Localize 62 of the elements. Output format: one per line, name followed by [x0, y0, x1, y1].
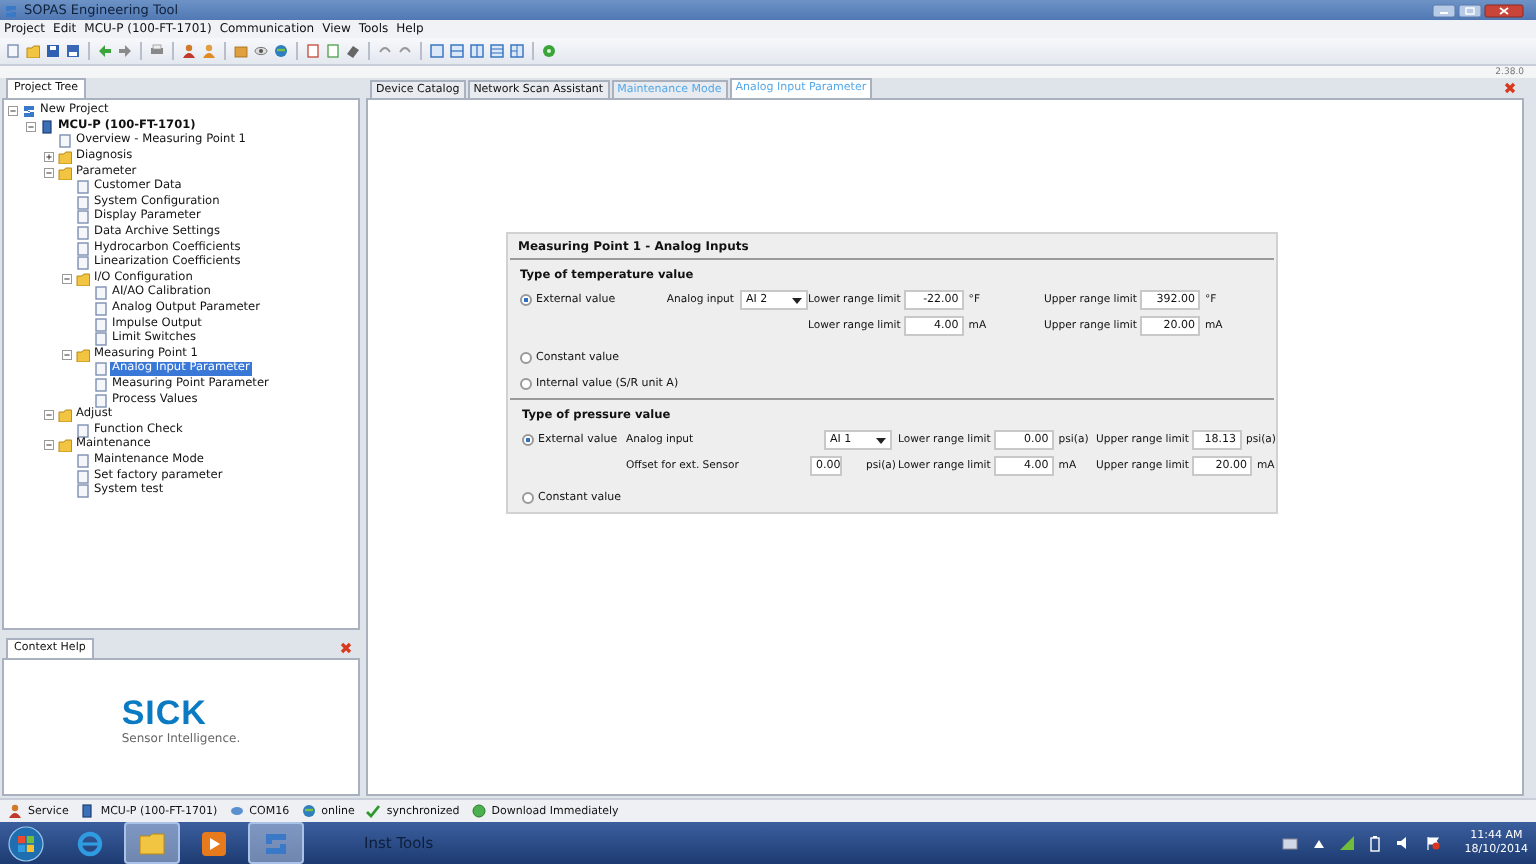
device-icon — [80, 804, 95, 818]
undo-icon[interactable] — [378, 44, 392, 58]
redo-icon[interactable] — [398, 44, 412, 58]
connector-icon — [229, 804, 244, 818]
printer-icon[interactable] — [150, 44, 164, 58]
radio-indicator[interactable] — [522, 492, 534, 504]
collapse-icon[interactable] — [8, 106, 18, 117]
arrow-left-icon[interactable] — [98, 44, 112, 58]
window-layout-icon[interactable] — [430, 44, 444, 58]
caret-icon[interactable] — [1314, 839, 1325, 847]
minimize-icon[interactable] — [1432, 3, 1456, 17]
user-icon[interactable] — [182, 44, 196, 58]
collapse-icon[interactable] — [44, 440, 54, 451]
project-icon — [22, 104, 36, 119]
close-icon[interactable] — [1504, 82, 1516, 94]
close-icon[interactable] — [340, 642, 352, 654]
window-layout-icon[interactable] — [450, 44, 464, 58]
window-layout-icon[interactable] — [510, 44, 524, 58]
circle-icon — [471, 804, 486, 818]
folder-icon — [76, 347, 90, 362]
caret-icon — [792, 297, 802, 303]
eye-icon[interactable] — [254, 44, 268, 58]
radio-indicator[interactable] — [522, 434, 534, 446]
user-icon[interactable] — [202, 44, 216, 58]
folder-icon — [138, 829, 166, 857]
radio-indicator[interactable] — [520, 352, 532, 364]
collapse-icon[interactable] — [62, 273, 72, 284]
window-layout-icon[interactable] — [470, 44, 484, 58]
arrow-right-icon[interactable] — [118, 44, 132, 58]
caret-icon — [876, 437, 886, 443]
maximize-icon[interactable] — [1458, 3, 1482, 17]
collapse-icon[interactable] — [44, 410, 54, 421]
device-icon — [40, 119, 54, 134]
save-all-icon[interactable] — [66, 44, 80, 58]
box-icon[interactable] — [234, 44, 248, 58]
app-icon — [262, 829, 290, 857]
radio-indicator[interactable] — [520, 294, 532, 306]
page-icon — [58, 134, 72, 149]
collapse-icon[interactable] — [26, 121, 36, 132]
collapse-icon[interactable] — [62, 349, 72, 360]
expand-icon[interactable] — [44, 152, 54, 163]
keyboard-icon[interactable] — [1282, 837, 1299, 849]
check-icon — [366, 804, 381, 818]
user-icon — [8, 804, 22, 818]
flag-icon[interactable] — [1426, 836, 1441, 850]
eraser-icon[interactable] — [346, 44, 360, 58]
battery-icon[interactable] — [1370, 835, 1381, 851]
logo-text: SICK — [121, 697, 207, 729]
folder-icon — [76, 271, 90, 286]
save-icon[interactable] — [46, 44, 60, 58]
app-icon — [4, 3, 18, 17]
speaker-icon[interactable] — [1396, 836, 1411, 850]
window-layout-icon[interactable] — [490, 44, 504, 58]
start-button[interactable] — [8, 825, 44, 861]
media-player-icon — [200, 829, 228, 857]
close-icon[interactable] — [1484, 3, 1524, 17]
globe-icon — [301, 804, 316, 818]
radio-indicator[interactable] — [520, 378, 532, 390]
globe-icon[interactable] — [274, 44, 288, 58]
collapse-icon[interactable] — [44, 167, 54, 178]
folder-icon[interactable] — [26, 44, 40, 58]
new-document-icon[interactable] — [6, 44, 20, 58]
